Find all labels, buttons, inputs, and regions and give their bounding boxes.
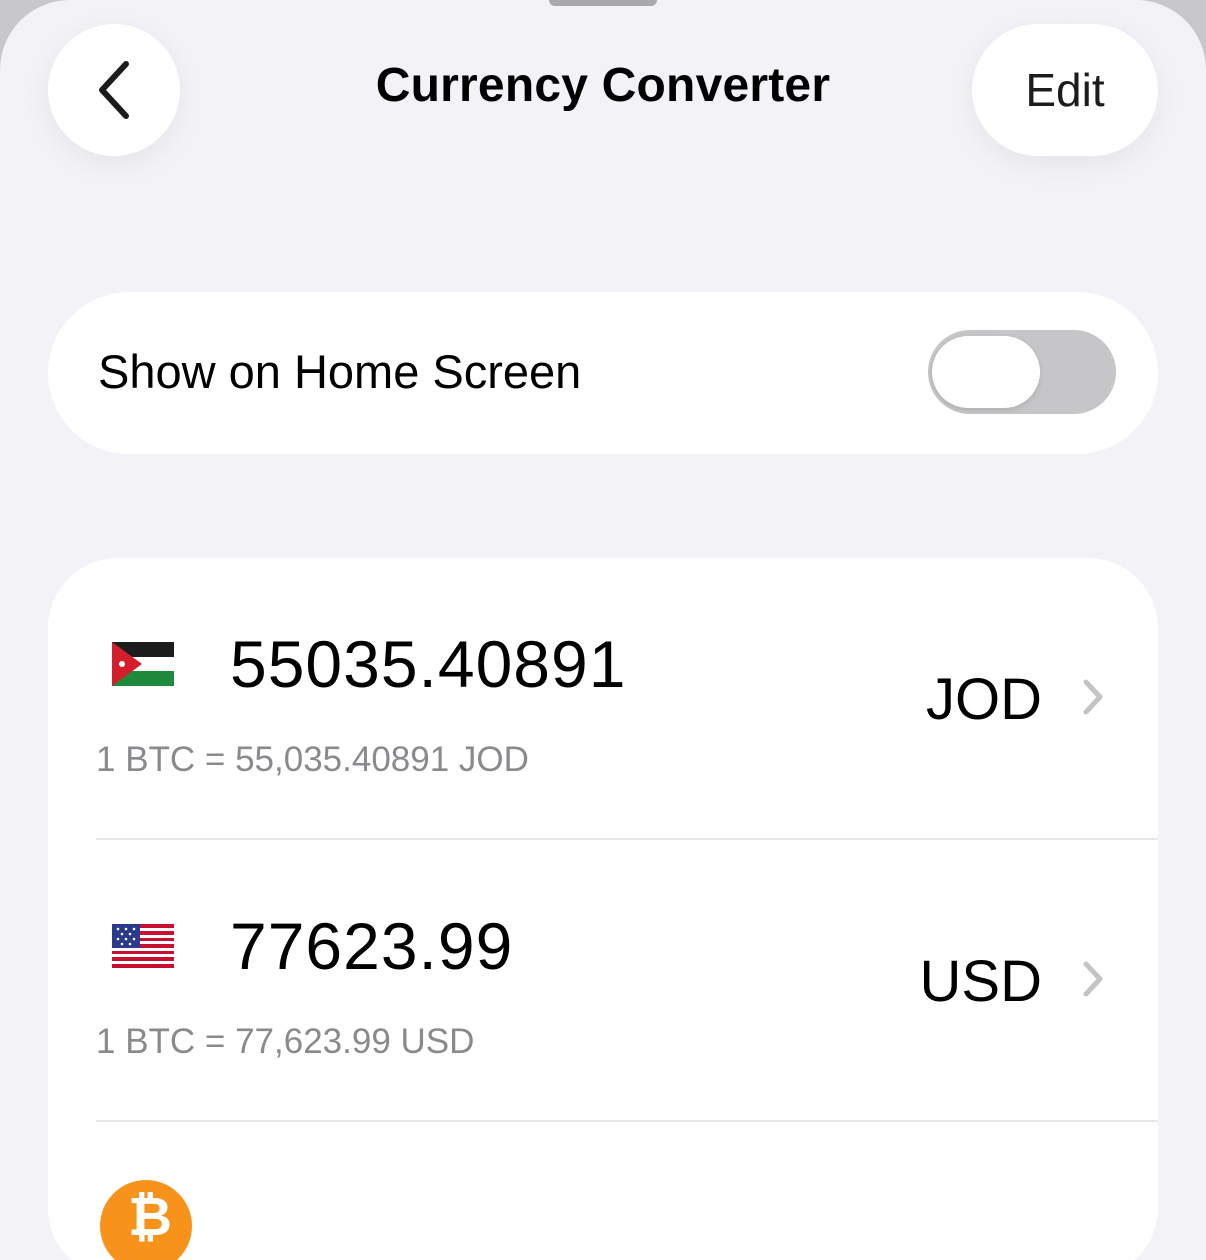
back-button[interactable] [48, 24, 180, 156]
chevron-right-icon [1083, 961, 1103, 997]
page-title: Currency Converter [375, 59, 831, 112]
home-screen-toggle[interactable] [928, 330, 1116, 414]
converted-amount[interactable]: 77623.99 [230, 908, 513, 984]
jordan-flag-icon [112, 642, 174, 686]
conversion-list: 55035.40891 JOD 1 BTC = 55,035.40891 JOD [48, 558, 1158, 1260]
us-flag-icon [112, 924, 174, 968]
sheet-grabber[interactable] [549, 0, 657, 6]
edit-button[interactable]: Edit [972, 24, 1158, 156]
exchange-rate: 1 BTC = 77,623.99 USD [96, 1022, 475, 1061]
converter-sheet: Currency Converter Edit Show on Home Scr… [0, 0, 1206, 1260]
conversion-row-jod[interactable]: 55035.40891 JOD 1 BTC = 55,035.40891 JOD [48, 558, 1158, 840]
chevron-right-icon [1083, 679, 1103, 715]
toggle-knob [932, 336, 1040, 408]
home-screen-label: Show on Home Screen [98, 345, 582, 398]
conversion-row-usd[interactable]: 77623.99 USD 1 BTC = 77,623.99 USD [48, 840, 1158, 1122]
converted-amount[interactable]: 55035.40891 [230, 626, 626, 702]
chevron-left-icon [99, 61, 129, 119]
bitcoin-icon: ₿ [100, 1180, 192, 1260]
exchange-rate: 1 BTC = 55,035.40891 JOD [96, 740, 529, 779]
currency-code: JOD [926, 667, 1042, 732]
row-divider [96, 1120, 1158, 1122]
currency-code: USD [919, 949, 1042, 1014]
home-screen-setting: Show on Home Screen [48, 292, 1158, 454]
